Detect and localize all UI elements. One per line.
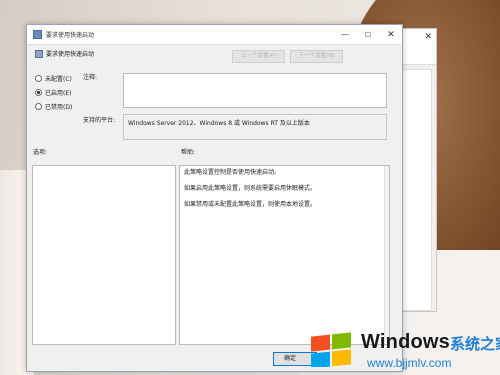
next-setting-button[interactable]: 下一个设置(N) [290,50,343,63]
watermark-chinese-name: 系统之家 [450,335,500,353]
platform-label: 支持的平台: [83,117,116,124]
comment-field[interactable] [123,73,387,108]
comment-label: 注释: [83,74,98,81]
radio-label: 已启用(E) [45,89,72,97]
policy-setting-icon [35,50,43,58]
logo-red-pane [311,334,330,352]
logo-yellow-pane [332,349,351,367]
windows-logo-icon [311,332,351,367]
radio-circle[interactable] [35,74,42,82]
help-label: 帮助: [181,149,196,156]
title-bar: 要求使用快速启动 — ☐ ✕ [27,25,402,45]
radio-not-configured[interactable]: 未配置(C) [35,73,72,83]
watermark: Windows 系统之家 www.bjjmlv.com [307,323,500,371]
help-paragraph: 如果启用此策略设置，则系统需要启用休眠模式。 [184,185,317,192]
supported-platform-field: Windows Server 2012、Windows 8 或 Windows … [123,114,387,140]
radio-label: 已禁用(D) [45,103,73,111]
watermark-url: www.bjjmlv.com [367,356,452,370]
close-icon[interactable]: ✕ [381,27,401,43]
logo-blue-pane [311,351,330,367]
watermark-brand: Windows [361,331,450,353]
options-label: 选项: [33,149,48,156]
help-scrollbar[interactable] [384,166,389,344]
help-pane[interactable]: 此策略设置控制是否使用快速启动。 如果启用此策略设置，则系统需要启用休眠模式。 … [179,165,390,345]
radio-circle-selected[interactable] [35,88,42,96]
radio-disabled[interactable]: 已禁用(D) [35,101,72,111]
radio-enabled[interactable]: 已启用(E) [35,87,71,97]
policy-title: 要求使用快速启动 [46,51,95,58]
policy-dialog: 要求使用快速启动 — ☐ ✕ 要求使用快速启动 上一个设置(P) 下一个设置(N… [26,24,403,372]
maximize-icon[interactable]: ☐ [358,27,378,43]
close-icon[interactable]: ✕ [424,32,432,42]
logo-green-pane [332,332,351,350]
options-pane[interactable] [32,165,176,345]
radio-label: 未配置(C) [45,75,72,83]
background-window-panel [402,69,432,311]
minimize-icon[interactable]: — [335,27,355,43]
window-title: 要求使用快速启动 [46,32,95,39]
policy-app-icon [33,30,42,39]
help-paragraph: 此策略设置控制是否使用快速启动。 [184,169,281,176]
radio-circle[interactable] [35,102,42,110]
previous-setting-button[interactable]: 上一个设置(P) [232,50,285,63]
help-paragraph: 如果禁用或未配置此策略设置，则使用本地设置。 [184,201,317,208]
